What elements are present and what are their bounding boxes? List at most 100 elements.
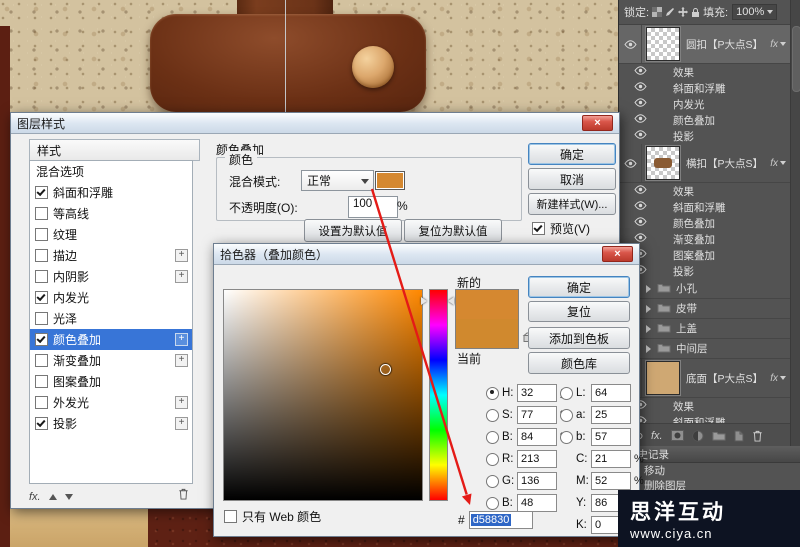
lock-all-icon[interactable] bbox=[691, 7, 700, 18]
style-checkbox[interactable] bbox=[35, 186, 48, 199]
field-input[interactable]: 84 bbox=[517, 428, 557, 446]
layer-style-titlebar[interactable]: 图层样式 bbox=[11, 113, 619, 134]
field-input[interactable]: 52 bbox=[591, 472, 631, 490]
new-style-button[interactable]: 新建样式(W)... bbox=[528, 193, 616, 215]
field-input[interactable]: 57 bbox=[591, 428, 631, 446]
delete-icon[interactable] bbox=[752, 430, 763, 442]
field-input[interactable]: 213 bbox=[517, 450, 557, 468]
layer-effect-row[interactable]: 效果 bbox=[619, 398, 791, 414]
field-radio[interactable] bbox=[560, 386, 573, 400]
lock-position-icon[interactable] bbox=[678, 7, 689, 17]
style-item-混合选项[interactable]: 混合选项 bbox=[30, 161, 192, 182]
visibility-eye-icon[interactable] bbox=[634, 114, 647, 126]
layer-thumbnail[interactable] bbox=[646, 361, 680, 395]
move-down-icon[interactable] bbox=[64, 494, 73, 500]
style-item-斜面和浮雕[interactable]: 斜面和浮雕 bbox=[30, 182, 192, 203]
style-checkbox[interactable] bbox=[35, 333, 48, 346]
picker-reset-button[interactable]: 复位 bbox=[528, 301, 630, 322]
style-checkbox[interactable] bbox=[35, 270, 48, 283]
current-color-swatch[interactable] bbox=[456, 319, 518, 348]
layer-thumbnail[interactable] bbox=[646, 27, 680, 61]
add-to-swatches-button[interactable]: 添加到色板 bbox=[528, 327, 630, 349]
web-colors-checkbox[interactable] bbox=[224, 510, 237, 523]
mask-icon[interactable] bbox=[670, 430, 684, 441]
ok-button[interactable]: 确定 bbox=[528, 143, 616, 165]
style-checkbox[interactable] bbox=[35, 396, 48, 409]
field-radio[interactable] bbox=[486, 496, 499, 510]
field-radio[interactable] bbox=[560, 408, 573, 422]
add-effect-icon[interactable]: + bbox=[175, 249, 188, 262]
layer-name[interactable]: 横扣【P大点S】 bbox=[686, 156, 770, 171]
group-name[interactable]: 皮带 bbox=[676, 301, 697, 316]
lock-paint-icon[interactable] bbox=[665, 7, 675, 17]
group-name[interactable]: 上盖 bbox=[676, 321, 697, 336]
delete-style-icon[interactable] bbox=[178, 488, 189, 500]
layer-fx-badge[interactable]: fx bbox=[770, 158, 791, 169]
style-item-光泽[interactable]: 光泽 bbox=[30, 308, 192, 329]
style-item-投影[interactable]: 投影 + bbox=[30, 413, 192, 434]
layer-effect-row[interactable]: 内发光 bbox=[619, 96, 791, 112]
layer-effect-row[interactable]: 效果 bbox=[619, 183, 791, 199]
expand-arrow-icon[interactable] bbox=[646, 304, 651, 313]
color-picker-titlebar[interactable]: 拾色器（叠加颜色） bbox=[214, 244, 639, 265]
style-checkbox[interactable] bbox=[35, 417, 48, 430]
style-checkbox[interactable] bbox=[35, 312, 48, 325]
visibility-eye-icon[interactable] bbox=[619, 25, 642, 63]
layer-effect-row[interactable]: 颜色叠加 bbox=[619, 215, 791, 231]
layer-row[interactable]: 底面【P大点S】 fx bbox=[619, 359, 791, 398]
style-checkbox[interactable] bbox=[35, 207, 48, 220]
style-checkbox[interactable] bbox=[35, 354, 48, 367]
history-panel-header[interactable]: 历史记录 bbox=[619, 446, 800, 463]
group-name[interactable]: 中间层 bbox=[676, 341, 708, 356]
style-item-纹理[interactable]: 纹理 bbox=[30, 224, 192, 245]
close-icon[interactable] bbox=[602, 246, 633, 262]
layer-group-row[interactable]: 皮带 bbox=[619, 299, 791, 319]
blend-mode-select[interactable]: 正常 bbox=[301, 170, 374, 191]
layer-effect-row[interactable]: 效果 bbox=[619, 64, 791, 80]
adjustment-icon[interactable] bbox=[692, 430, 704, 442]
style-item-内阴影[interactable]: 内阴影 + bbox=[30, 266, 192, 287]
visibility-eye-icon[interactable] bbox=[634, 130, 647, 142]
layer-effect-row[interactable]: 颜色叠加 bbox=[619, 112, 791, 128]
fx-icon[interactable]: fx. bbox=[651, 430, 663, 442]
field-radio[interactable] bbox=[560, 430, 573, 444]
layer-fx-badge[interactable]: fx bbox=[770, 39, 791, 50]
preview-checkbox[interactable] bbox=[532, 222, 545, 235]
visibility-eye-icon[interactable] bbox=[634, 201, 647, 213]
field-input[interactable]: 48 bbox=[517, 494, 557, 512]
style-checkbox[interactable] bbox=[35, 291, 48, 304]
field-radio[interactable] bbox=[486, 474, 499, 488]
close-icon[interactable] bbox=[582, 115, 613, 131]
web-colors-only-row[interactable]: 只有 Web 颜色 bbox=[224, 508, 321, 525]
layer-name[interactable]: 底面【P大点S】 bbox=[686, 371, 770, 386]
hue-slider[interactable] bbox=[429, 289, 448, 501]
hex-input[interactable]: d58830 bbox=[468, 511, 533, 529]
style-checkbox[interactable] bbox=[35, 228, 48, 241]
style-item-等高线[interactable]: 等高线 bbox=[30, 203, 192, 224]
layer-group-row[interactable]: 小孔 bbox=[619, 279, 791, 299]
field-radio[interactable] bbox=[486, 386, 499, 400]
field-input[interactable]: 21 bbox=[591, 450, 631, 468]
layer-effect-row[interactable]: 斜面和浮雕 bbox=[619, 80, 791, 96]
color-libraries-button[interactable]: 颜色库 bbox=[528, 352, 630, 374]
visibility-eye-icon[interactable] bbox=[634, 185, 647, 197]
visibility-eye-icon[interactable] bbox=[634, 217, 647, 229]
style-checkbox[interactable] bbox=[35, 249, 48, 262]
layer-thumbnail[interactable] bbox=[646, 146, 680, 180]
field-input[interactable]: 136 bbox=[517, 472, 557, 490]
set-default-button[interactable]: 设置为默认值 bbox=[304, 219, 402, 242]
field-radio[interactable] bbox=[486, 430, 499, 444]
add-effect-icon[interactable]: + bbox=[175, 270, 188, 283]
preview-checkbox-row[interactable]: 预览(V) bbox=[532, 220, 590, 237]
new-layer-icon[interactable] bbox=[734, 430, 744, 442]
layer-group-row[interactable]: 上盖 bbox=[619, 319, 791, 339]
visibility-eye-icon[interactable] bbox=[634, 66, 647, 78]
reset-default-button[interactable]: 复位为默认值 bbox=[404, 219, 502, 242]
add-effect-icon[interactable]: + bbox=[175, 354, 188, 367]
layer-row[interactable]: 横扣【P大点S】 fx bbox=[619, 144, 791, 183]
field-input[interactable]: 32 bbox=[517, 384, 557, 402]
visibility-eye-icon[interactable] bbox=[634, 98, 647, 110]
expand-arrow-icon[interactable] bbox=[646, 284, 651, 293]
color-field[interactable] bbox=[223, 289, 423, 501]
history-item[interactable]: 移动 bbox=[619, 463, 791, 478]
